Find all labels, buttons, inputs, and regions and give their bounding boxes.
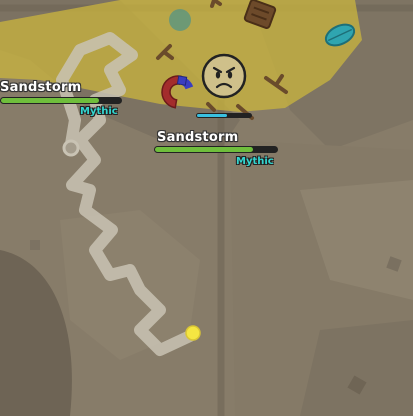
player-face-icon bbox=[201, 53, 247, 99]
egg-icon bbox=[169, 9, 191, 31]
mob-health-bar-2 bbox=[154, 146, 278, 153]
mob-name-1: Sandstorm bbox=[0, 80, 82, 95]
game-viewport[interactable]: Sandstorm Mythic Sandstorm Mythic bbox=[0, 0, 413, 416]
mob-name-2: Sandstorm bbox=[157, 130, 239, 145]
pellet-icon bbox=[185, 325, 201, 341]
player-health-fill bbox=[197, 114, 227, 117]
debris bbox=[30, 240, 40, 250]
trail-end bbox=[62, 139, 80, 157]
mob-rarity-1: Mythic bbox=[80, 106, 118, 117]
world-canvas bbox=[0, 0, 413, 416]
mob-health-fill-1 bbox=[1, 98, 99, 103]
mob-health-bar-1 bbox=[0, 97, 122, 104]
mob-rarity-2: Mythic bbox=[236, 156, 274, 167]
mob-health-fill-2 bbox=[155, 147, 253, 152]
player-health-bar bbox=[196, 113, 252, 118]
